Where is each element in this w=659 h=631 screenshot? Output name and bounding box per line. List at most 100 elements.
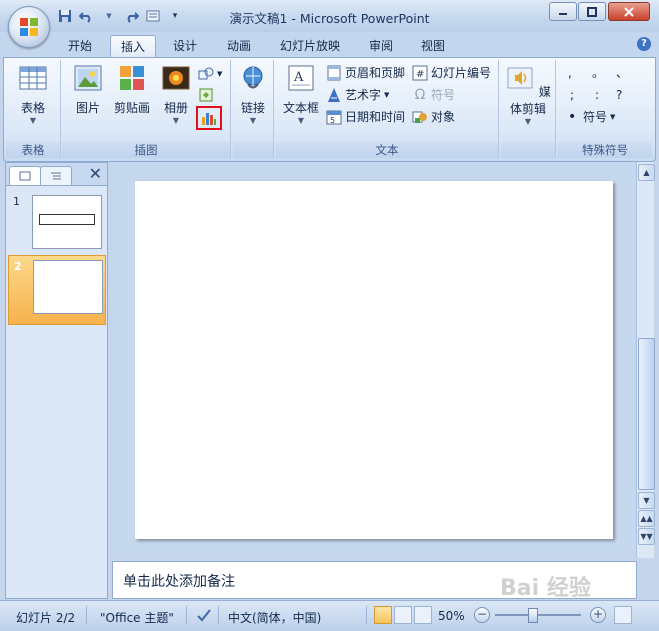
slide-thumb-image [32,195,102,249]
chart-button[interactable] [196,106,222,130]
symbol-colon[interactable]: : [595,85,599,105]
group-links: 链接 ▼ [233,60,274,158]
group-label-text: 文本 [276,142,498,158]
symbol-button-disabled[interactable]: Ω 符号 [412,85,455,105]
scroll-thumb[interactable] [638,338,655,490]
slides-tab-icon [19,171,31,181]
zoom-slider[interactable] [495,614,581,616]
wordart-label: 艺术字 [345,88,382,102]
symbol-comma[interactable]: , [568,63,572,83]
tab-review[interactable]: 审阅 [359,35,403,57]
language-indicator[interactable]: 中文(简体，中国) [228,609,321,626]
scroll-down-icon[interactable]: ▼ [638,492,655,509]
slide-number-button[interactable]: # 幻灯片编号 [412,63,491,83]
textbox-button-label: 文本框 [282,101,319,115]
chevron-down-icon: ▼ [172,116,180,125]
next-slide-icon[interactable]: ▼▼ [638,528,655,545]
symbol-semicolon[interactable]: ; [570,85,574,105]
chevron-down-icon: ▼ [524,117,532,126]
group-table: 表格 ▼ 表格 [6,60,61,158]
tab-insert[interactable]: 插入 [110,35,156,58]
clipart-button-label: 剪贴画 [113,101,150,115]
slide-number: 2 [14,260,22,273]
close-button[interactable] [608,2,650,21]
symbol-question[interactable]: ? [616,85,622,105]
wordart-button[interactable]: 艺术字 ▼ [326,85,389,105]
title-bar: ▼ ▾ 演示文稿1 - Microsoft PowerPoint [0,0,659,33]
link-button-label: 链接 [240,101,265,115]
zoom-slider-knob[interactable] [528,608,538,623]
previous-slide-icon[interactable]: ▲▲ [638,510,655,527]
link-button[interactable]: 链接 ▼ [236,64,270,126]
picture-icon [74,65,102,91]
minimize-button[interactable] [549,2,577,21]
symbol-period[interactable]: 。 [592,63,604,83]
maximize-button[interactable] [578,2,606,21]
group-label-table: 表格 [6,142,60,158]
tab-design[interactable]: 设计 [163,35,207,57]
slide-thumbnail-1[interactable]: 1 [8,191,104,259]
omega-icon: Ω [414,87,426,103]
picture-button-label: 图片 [75,101,100,115]
tab-outline[interactable] [40,166,72,185]
office-logo-icon [20,18,38,36]
divider [186,606,187,624]
notes-placeholder: 单击此处添加备注 [123,574,235,590]
textbox-button[interactable]: A 文本框 ▼ [280,64,322,126]
zoom-in-icon[interactable]: + [590,607,606,623]
zoom-out-icon[interactable]: − [474,607,490,623]
pane-tabs: ✕ [6,163,107,186]
current-slide[interactable] [135,181,613,539]
clipart-button[interactable]: 剪贴画 [110,64,154,116]
normal-view-icon[interactable] [374,606,392,624]
status-bar: 幻灯片 2/2 "Office 主题" 中文(简体，中国) 50% − + [0,600,659,631]
chevron-down-icon: ▼ [384,91,390,99]
table-button[interactable]: 表格 ▼ [12,64,54,126]
symbol-enumeration-comma[interactable]: 、 [616,63,628,83]
tab-animation[interactable]: 动画 [217,35,261,57]
slide-thumbnail-2[interactable]: 2 [8,255,106,325]
album-button[interactable]: 相册 ▼ [156,64,196,126]
special-symbol-button[interactable]: • 符号 ▼ [568,107,615,127]
wordart-icon [328,88,340,102]
picture-button[interactable]: 图片 [68,64,108,116]
tab-slides[interactable] [9,166,41,185]
header-footer-button[interactable]: 页眉和页脚 [326,63,405,83]
calendar-icon: 5 [326,110,342,125]
slide-number-icon: # [412,65,428,81]
media-clip-button[interactable]: 媒体剪辑 ▼ [503,64,553,127]
datetime-button[interactable]: 5 日期和时间 [326,107,405,127]
vertical-scrollbar[interactable]: ▲ ▼ ▲▲ ▼▼ [636,162,655,558]
office-button[interactable] [8,6,50,48]
fit-to-window-icon[interactable] [614,606,632,624]
tab-view[interactable]: 视图 [411,35,455,57]
slides-pane: ✕ 1 2 [5,162,108,599]
slideshow-view-icon[interactable] [414,606,432,624]
header-footer-label: 页眉和页脚 [345,66,406,80]
minimize-icon [559,12,567,15]
album-button-label: 相册 [163,101,188,115]
slide-sorter-view-icon[interactable] [394,606,412,624]
object-button[interactable]: 对象 [412,107,455,127]
chevron-down-icon: ▼ [610,113,616,121]
help-icon[interactable]: ? [637,37,651,51]
scroll-up-icon[interactable]: ▲ [638,164,655,181]
photo-album-icon [162,66,190,90]
tab-slideshow[interactable]: 幻灯片放映 [272,35,348,57]
smartart-button[interactable] [198,85,214,105]
symbol-dot-icon: • [568,109,577,125]
group-illustrations: 图片 剪贴画 相册 ▼ ▼ 插图 [62,60,231,158]
chevron-down-icon: ▼ [297,116,305,125]
chevron-down-icon: ▼ [217,70,223,78]
slide-number: 1 [13,195,20,208]
group-media: 媒体剪辑 ▼ [501,60,556,158]
close-icon[interactable]: ✕ [89,165,102,183]
close-icon [624,6,634,17]
tab-home[interactable]: 开始 [58,35,102,57]
chevron-down-icon: ▼ [249,116,257,125]
spell-check-icon[interactable] [196,607,212,623]
watermark-logo: Bai 经验 [500,576,591,601]
smartart-icon [199,88,213,102]
zoom-level[interactable]: 50% [438,609,465,623]
shapes-button[interactable]: ▼ [198,64,222,84]
